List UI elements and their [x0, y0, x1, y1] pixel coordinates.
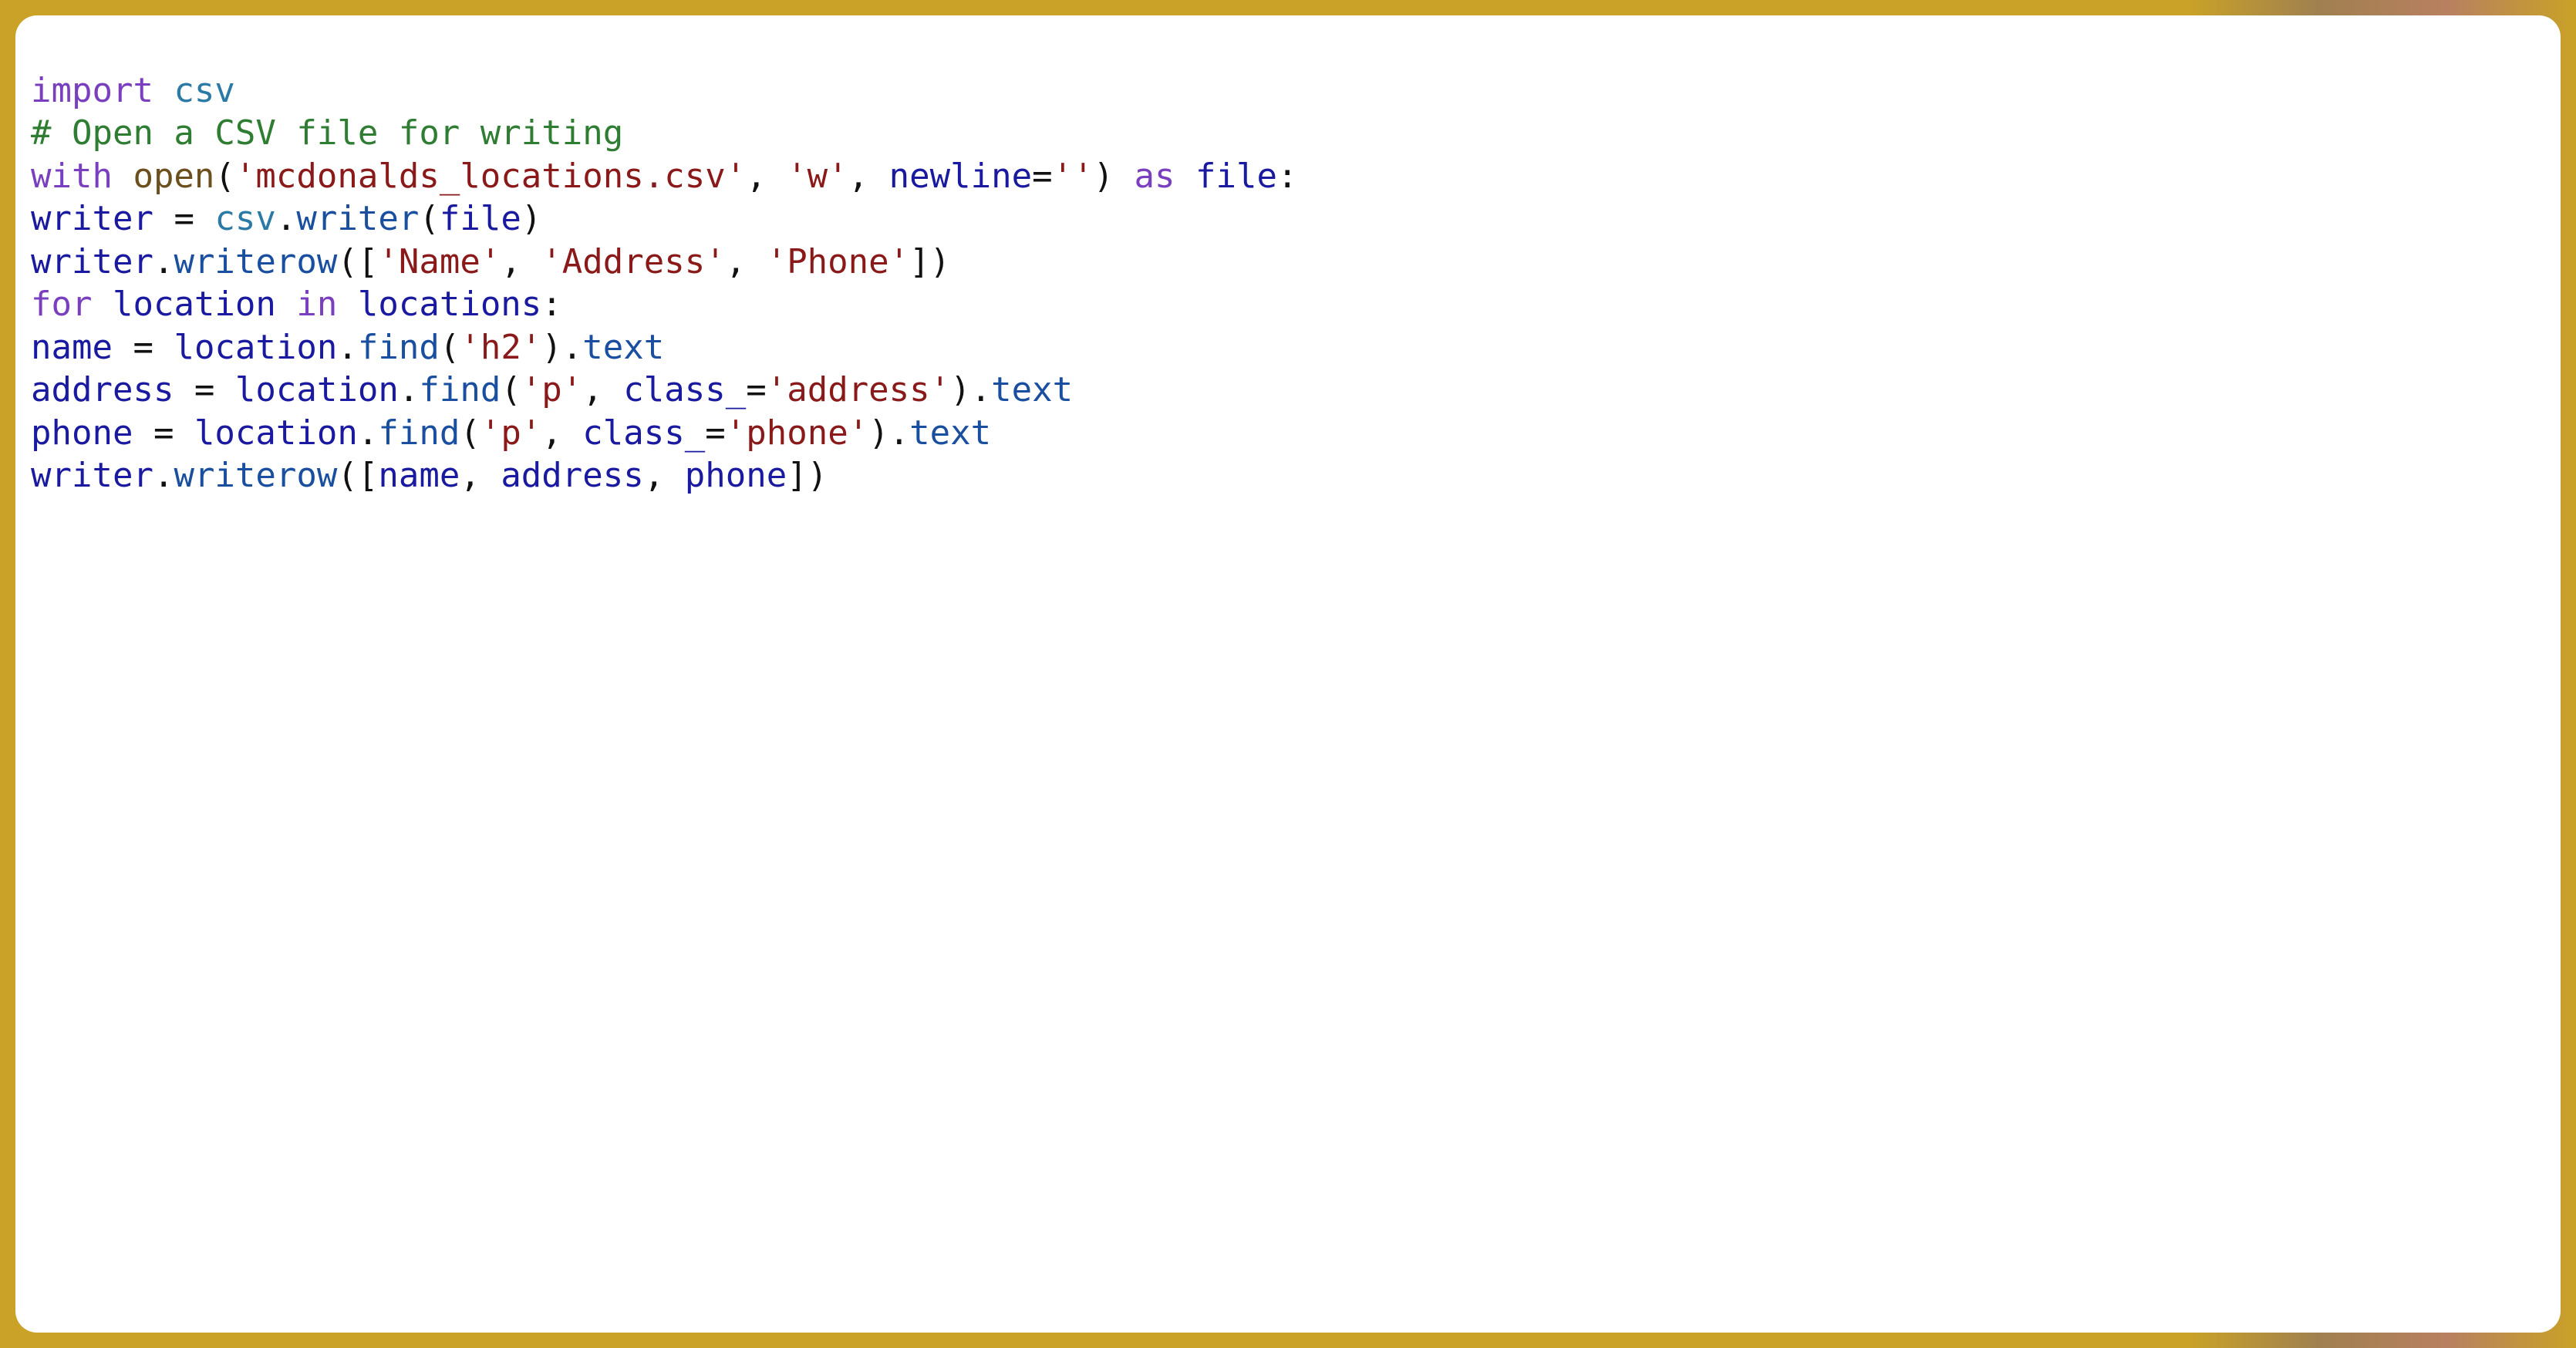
- code-token: 'w': [787, 157, 848, 196]
- code-token: writer: [31, 242, 153, 281]
- code-token: locations: [358, 285, 541, 324]
- code-token: (: [440, 328, 460, 367]
- code-token: (: [460, 413, 480, 453]
- code-token: .: [399, 370, 420, 409]
- code-token: ,: [644, 456, 685, 495]
- code-line: writer.writerow(['Name', 'Address', 'Pho…: [31, 241, 2545, 283]
- code-token: =: [1032, 157, 1053, 196]
- code-token: .: [337, 328, 358, 367]
- code-token: .: [153, 242, 174, 281]
- code-token: writer: [296, 199, 419, 238]
- code-token: newline: [889, 157, 1032, 196]
- code-token: writer: [31, 456, 153, 495]
- code-token: text: [991, 370, 1073, 409]
- code-token: find: [378, 413, 460, 453]
- code-token: class_: [582, 413, 705, 453]
- code-token: :: [541, 285, 562, 324]
- code-token: 'Phone': [767, 242, 909, 281]
- code-token: =: [133, 413, 194, 453]
- code-token: location: [194, 413, 358, 453]
- code-token: phone: [685, 456, 787, 495]
- code-token: csv: [174, 71, 234, 110]
- code-line: writer.writerow([name, address, phone]): [31, 454, 2545, 497]
- code-token: 'mcdonalds_locations.csv': [235, 157, 746, 196]
- code-token: =: [113, 328, 174, 367]
- code-token: text: [582, 328, 664, 367]
- code-token: 'address': [767, 370, 950, 409]
- code-token: ,: [848, 157, 889, 196]
- code-token: file: [440, 199, 521, 238]
- code-token: =: [705, 413, 726, 453]
- code-token: location: [174, 328, 337, 367]
- code-token: 'phone': [726, 413, 868, 453]
- code-token: =: [174, 370, 234, 409]
- code-token: file: [1195, 157, 1277, 196]
- code-token: text: [909, 413, 991, 453]
- code-card: import csv# Open a CSV file for writingw…: [15, 15, 2561, 1333]
- code-token: with: [31, 157, 133, 196]
- code-token: # Open a CSV file for writing: [31, 113, 623, 153]
- code-token: writerow: [174, 456, 337, 495]
- code-line: phone = location.find('p', class_='phone…: [31, 412, 2545, 454]
- code-token: for: [31, 285, 113, 324]
- code-line: name = location.find('h2').text: [31, 326, 2545, 369]
- code-token: ,: [501, 242, 541, 281]
- code-token: ): [1094, 157, 1135, 196]
- code-token: 'h2': [460, 328, 541, 367]
- code-token: import: [31, 71, 174, 110]
- code-token: (: [419, 199, 440, 238]
- code-token: class_: [623, 370, 746, 409]
- code-token: .: [358, 413, 379, 453]
- code-token: find: [419, 370, 501, 409]
- code-token: address: [501, 456, 643, 495]
- code-token: address: [31, 370, 174, 409]
- code-token: =: [153, 199, 214, 238]
- code-token: (: [214, 157, 235, 196]
- code-token: '': [1053, 157, 1094, 196]
- code-line: import csv: [31, 69, 2545, 112]
- code-token: name: [31, 328, 113, 367]
- code-token: ,: [582, 370, 623, 409]
- code-token: ).: [950, 370, 991, 409]
- code-line: address = location.find('p', class_='add…: [31, 369, 2545, 411]
- code-token: as: [1135, 157, 1195, 196]
- code-token: writerow: [174, 242, 337, 281]
- code-token: location: [113, 285, 276, 324]
- code-token: ]): [787, 456, 828, 495]
- code-token: .: [276, 199, 297, 238]
- code-token: [276, 285, 297, 324]
- code-token: 'Address': [541, 242, 725, 281]
- code-token: ).: [868, 413, 909, 453]
- code-token: name: [378, 456, 460, 495]
- code-token: location: [235, 370, 399, 409]
- code-line: for location in locations:: [31, 283, 2545, 325]
- code-token: ([: [337, 242, 378, 281]
- code-token: =: [746, 370, 767, 409]
- code-token: 'Name': [378, 242, 501, 281]
- code-block: import csv# Open a CSV file for writingw…: [31, 69, 2545, 497]
- code-token: open: [133, 157, 214, 196]
- code-token: find: [358, 328, 440, 367]
- code-token: phone: [31, 413, 133, 453]
- code-line: # Open a CSV file for writing: [31, 112, 2545, 154]
- code-token: 'p': [480, 413, 541, 453]
- code-token: ,: [726, 242, 767, 281]
- code-token: ).: [541, 328, 582, 367]
- code-line: with open('mcdonalds_locations.csv', 'w'…: [31, 155, 2545, 197]
- code-token: .: [153, 456, 174, 495]
- code-token: ,: [746, 157, 787, 196]
- code-token: ,: [541, 413, 582, 453]
- code-token: ]): [909, 242, 950, 281]
- code-token: (: [501, 370, 521, 409]
- code-token: ): [521, 199, 542, 238]
- code-line: writer = csv.writer(file): [31, 197, 2545, 240]
- code-token: in: [296, 285, 357, 324]
- code-token: writer: [31, 199, 153, 238]
- code-token: 'p': [521, 370, 582, 409]
- code-token: csv: [214, 199, 275, 238]
- code-token: :: [1277, 157, 1298, 196]
- code-token: ([: [337, 456, 378, 495]
- code-token: ,: [460, 456, 501, 495]
